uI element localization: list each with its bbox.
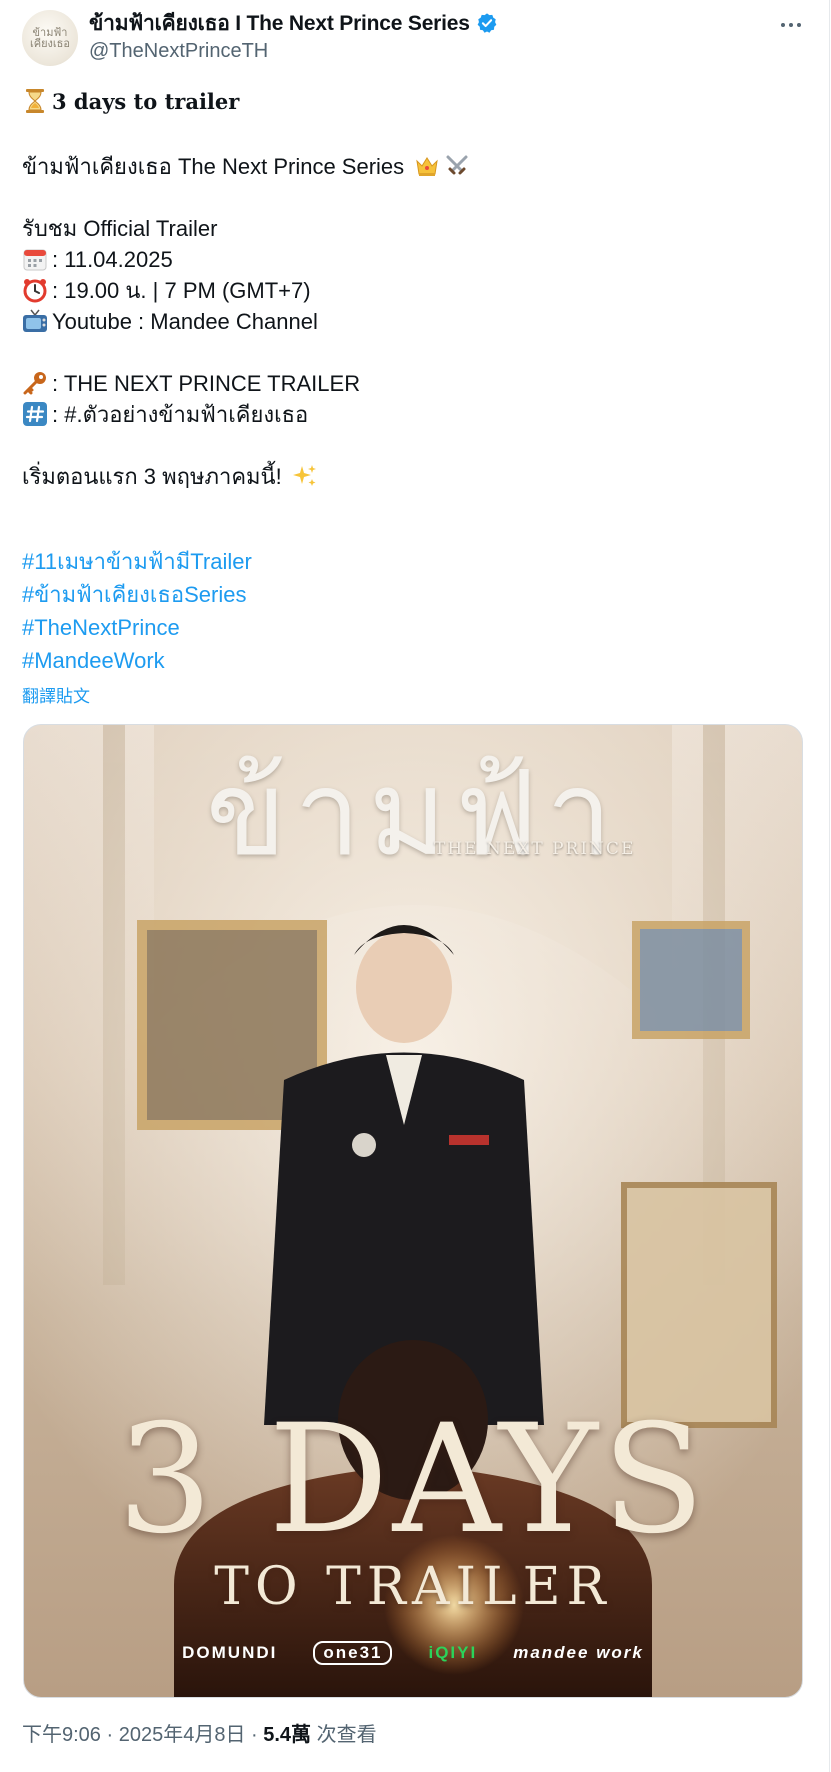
post-text: : 19.00 น. | 7 PM (GMT+7) bbox=[52, 278, 311, 303]
post-text: เริ่มตอนแรก 3 พฤษภาคมนี้! bbox=[22, 464, 282, 489]
post-line-6: Youtube : Mandee Channel bbox=[22, 307, 318, 337]
avatar[interactable]: ข้ามฟ้า เคียงเธอ bbox=[22, 10, 78, 66]
view-count: 5.4萬 bbox=[263, 1724, 312, 1746]
post-date[interactable]: 2025年4月8日 bbox=[119, 1724, 246, 1746]
crown-icon bbox=[416, 157, 439, 176]
post-text: : 11.04.2025 bbox=[52, 247, 173, 272]
post-card: ข้ามฟ้า เคียงเธอ ข้ามฟ้าเคียงเธอ I The N… bbox=[0, 0, 830, 1772]
hash-keycap-icon bbox=[23, 402, 47, 426]
poster-image[interactable]: ข้ามฟ้า THE NEXT PRINCE 3 DAYS TO TRAILE… bbox=[23, 724, 803, 1698]
view-label: 次查看 bbox=[316, 1724, 377, 1746]
display-name[interactable]: ข้ามฟ้าเคียงเธอ I The Next Prince Series bbox=[89, 7, 470, 40]
post-metadata: 下午9:06 · 2025年4月8日 · 5.4萬 次查看 bbox=[22, 1724, 377, 1746]
post-line-2: ข้ามฟ้าเคียงเธอ The Next Prince Series bbox=[22, 152, 474, 182]
author-handle[interactable]: @TheNextPrinceTH bbox=[89, 40, 268, 63]
sponsor-logo-domundi: DOMUNDI bbox=[182, 1643, 278, 1662]
poster-days: 3 DAYS bbox=[117, 1393, 709, 1567]
more-options-icon[interactable] bbox=[776, 10, 806, 40]
post-text: Youtube : Mandee Channel bbox=[52, 309, 318, 334]
post-text: ข้ามฟ้าเคียงเธอ The Next Prince Series bbox=[22, 154, 405, 179]
post-line-8: : #.ตัวอย่างข้ามฟ้าเคียงเธอ bbox=[22, 400, 308, 430]
post-line-7: : THE NEXT PRINCE TRAILER bbox=[22, 369, 360, 399]
sparkles-icon bbox=[292, 465, 316, 486]
calendar-icon bbox=[23, 249, 47, 271]
poster-trailer: TO TRAILER bbox=[214, 1557, 612, 1617]
post-line-1: 3 days to trailer bbox=[22, 87, 239, 117]
hashtag-link[interactable]: #11เมษาข้ามฟ้ามีTrailer bbox=[22, 547, 252, 577]
key-icon bbox=[23, 372, 46, 395]
post-time[interactable]: 下午9:06 bbox=[22, 1724, 101, 1746]
post-line-3: รับชม Official Trailer bbox=[22, 216, 218, 241]
post-line-4: : 11.04.2025 bbox=[22, 245, 173, 275]
author-name-row[interactable]: ข้ามฟ้าเคียงเธอ I The Next Prince Series bbox=[89, 10, 498, 36]
hashtag-link[interactable]: #TheNextPrince bbox=[22, 613, 180, 643]
sponsor-logos: DOMUNDI one31 iQIYI mandee work bbox=[24, 1641, 802, 1665]
sponsor-logo-mandee: mandee work bbox=[513, 1643, 644, 1662]
alarm-clock-icon bbox=[23, 279, 47, 303]
sponsor-logo-one31: one31 bbox=[313, 1641, 393, 1665]
poster-title: ข้ามฟ้า bbox=[205, 744, 621, 882]
poster-subtitle: THE NEXT PRINCE bbox=[434, 839, 636, 859]
translate-post-link[interactable]: 翻譯貼文 bbox=[22, 682, 90, 707]
post-text: : #.ตัวอย่างข้ามฟ้าเคียงเธอ bbox=[52, 402, 309, 427]
hashtag-link[interactable]: #MandeeWork bbox=[22, 646, 165, 676]
post-line-5: : 19.00 น. | 7 PM (GMT+7) bbox=[22, 276, 311, 306]
swords-icon bbox=[446, 155, 468, 175]
post-text: 3 days to trailer bbox=[52, 89, 240, 114]
hourglass-icon bbox=[26, 89, 44, 113]
post-line-9: เริ่มตอนแรก 3 พฤษภาคมนี้! bbox=[22, 462, 322, 492]
avatar-logo-text: ข้ามฟ้า เคียงเธอ bbox=[29, 26, 70, 50]
sponsor-logo-iqiyi: iQIYI bbox=[428, 1643, 478, 1662]
verified-badge-icon bbox=[477, 13, 497, 33]
hashtag-link[interactable]: #ข้ามฟ้าเคียงเธอSeries bbox=[22, 580, 246, 610]
tv-icon bbox=[23, 309, 47, 332]
post-text: : THE NEXT PRINCE TRAILER bbox=[52, 371, 361, 396]
